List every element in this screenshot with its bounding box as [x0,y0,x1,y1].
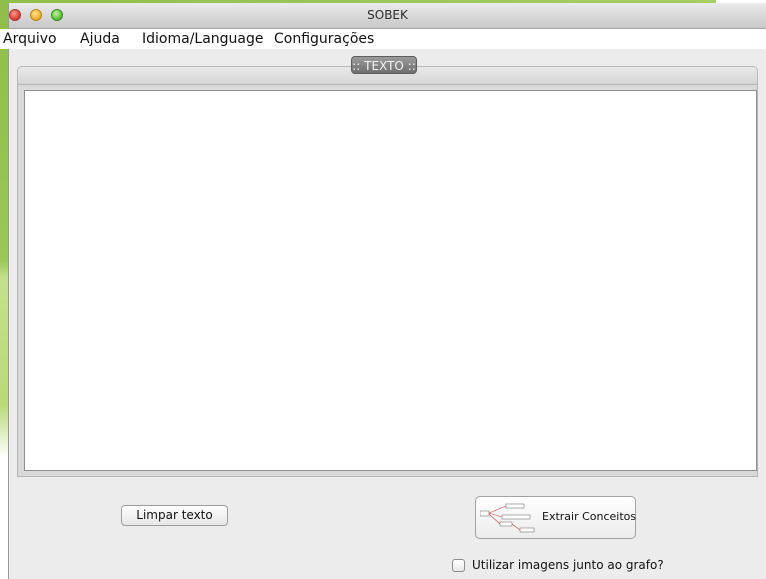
clear-text-button[interactable]: Limpar texto [121,505,228,526]
use-images-label: Utilizar imagens junto ao grafo? [472,558,664,572]
extract-concepts-label: Extrair Conceitos [542,510,637,523]
desktop-background-left [0,0,8,579]
menu-configuracoes[interactable]: Configurações [274,31,374,47]
window-title: SOBEK [367,8,408,22]
menu-idioma-language[interactable]: Idioma/Language [142,31,264,47]
menu-ajuda[interactable]: Ajuda [80,31,120,47]
menu-arquivo[interactable]: Arquivo [3,31,57,47]
title-bar: SOBEK [9,3,766,29]
use-images-checkbox[interactable] [452,559,465,572]
app-window: SOBEK Arquivo Ajuda Idioma/Language Conf… [0,3,766,579]
text-input-area[interactable] [24,90,757,471]
concept-graph-thumbnail-icon [480,503,535,533]
extract-concepts-button[interactable]: Extrair Conceitos [475,496,636,539]
menu-bar: Arquivo Ajuda Idioma/Language Configuraç… [0,29,766,49]
tab-texto[interactable]: :: TEXTO :: [351,56,417,74]
